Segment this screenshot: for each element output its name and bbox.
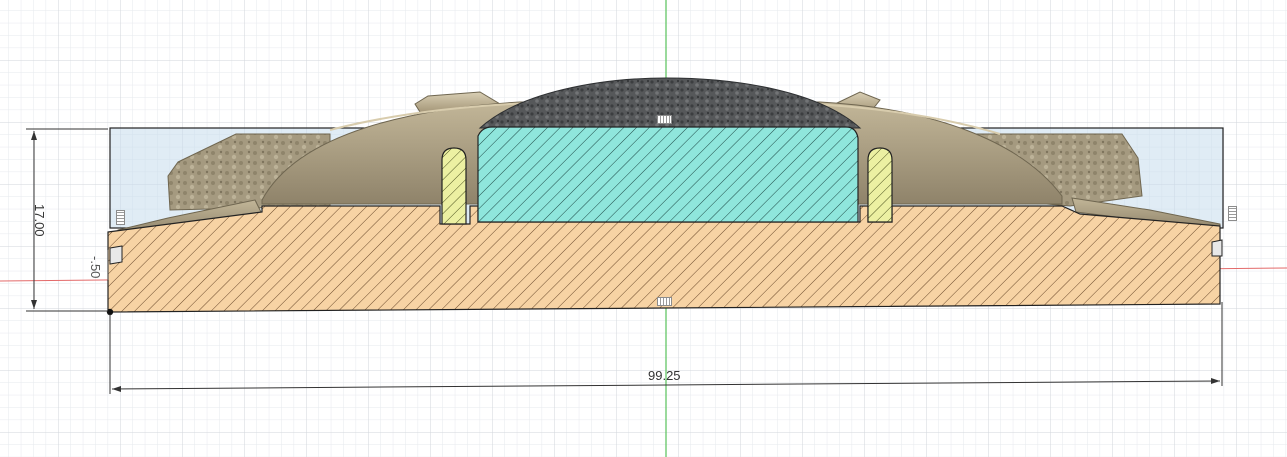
right-constraint-marker[interactable] [1228, 206, 1237, 221]
magnet-section-hatch[interactable] [477, 126, 859, 223]
height-dimension-label[interactable]: 17.00 [32, 204, 47, 237]
top-constraint-marker[interactable] [657, 115, 672, 124]
bottom-constraint-marker[interactable] [657, 297, 672, 306]
width-dimension-label[interactable]: 99.25 [648, 369, 681, 382]
left-constraint-marker[interactable] [116, 210, 125, 225]
offset-dimension-label[interactable]: -.50 [88, 256, 103, 278]
right-ring-section[interactable] [867, 147, 893, 223]
design-canvas[interactable] [0, 0, 1287, 457]
left-ring-section[interactable] [441, 147, 467, 225]
right-notch [1211, 239, 1223, 257]
left-notch [109, 245, 123, 265]
